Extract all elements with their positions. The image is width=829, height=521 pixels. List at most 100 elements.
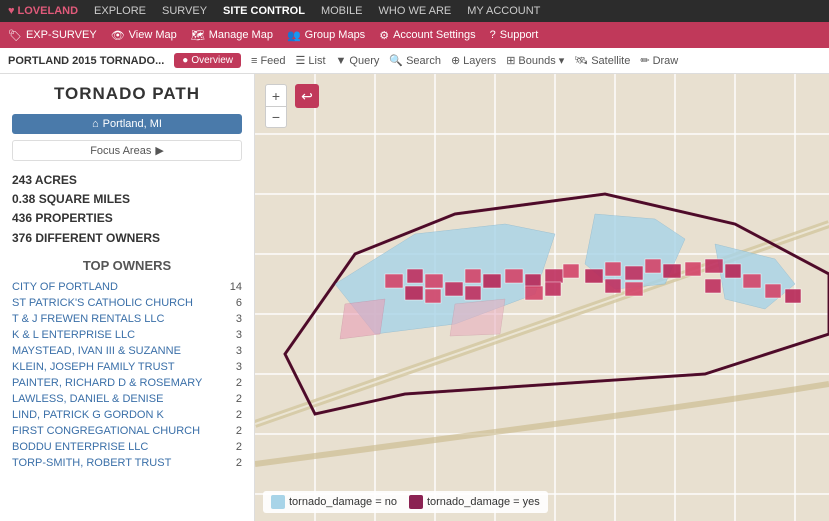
chevron-down-icon: ▾	[559, 54, 565, 67]
eye-icon: 👁	[111, 29, 125, 42]
owner-count: 2	[228, 455, 242, 471]
nav-view-map[interactable]: 👁 View Map	[111, 29, 177, 42]
location-button[interactable]: ⌂ Portland, MI	[12, 114, 242, 134]
owners-table: CITY OF PORTLAND14ST PATRICK'S CATHOLIC …	[12, 279, 242, 471]
tool-query[interactable]: ▼ Query	[336, 55, 380, 67]
owner-count: 6	[228, 295, 242, 311]
owner-count: 2	[228, 439, 242, 455]
list-icon: ☰	[296, 54, 306, 67]
layers-icon: ⊕	[451, 54, 460, 67]
satellite-icon: 🛰	[574, 54, 588, 67]
table-row[interactable]: PAINTER, RICHARD D & ROSEMARY2	[12, 375, 242, 391]
owner-name: K & L ENTERPRISE LLC	[12, 327, 228, 343]
table-row[interactable]: KLEIN, JOSEPH FAMILY TRUST3	[12, 359, 242, 375]
nav-who-we-are[interactable]: WHO WE ARE	[379, 5, 452, 17]
stat-owners: 376 DIFFERENT OWNERS	[12, 229, 242, 248]
legend-no-damage: tornado_damage = no	[271, 495, 397, 509]
nav-survey[interactable]: SURVEY	[162, 5, 207, 17]
pencil-icon: ✏	[640, 54, 649, 67]
map-container[interactable]: + − ↩ tornado_damage = no tornado_damage…	[255, 74, 829, 521]
nav-my-account[interactable]: MY ACCOUNT	[467, 5, 540, 17]
zoom-controls: + −	[265, 84, 287, 128]
stat-properties: 436 PROPERTIES	[12, 209, 242, 228]
stat-square-miles: 0.38 SQUARE MILES	[12, 190, 242, 209]
tool-draw[interactable]: ✏ Draw	[640, 54, 678, 67]
zoom-out-button[interactable]: −	[265, 106, 287, 128]
owner-count: 2	[228, 391, 242, 407]
help-icon: ?	[490, 29, 496, 41]
tool-list[interactable]: ☰ List	[296, 54, 326, 67]
owner-name: FIRST CONGREGATIONAL CHURCH	[12, 423, 228, 439]
tool-layers[interactable]: ⊕ Layers	[451, 54, 496, 67]
top-owners-title: TOP OWNERS	[12, 258, 242, 273]
damage-swatch	[409, 495, 423, 509]
nav-explore[interactable]: EXPLORE	[94, 5, 146, 17]
owner-count: 2	[228, 423, 242, 439]
owner-count: 2	[228, 407, 242, 423]
heart-icon: ♥	[8, 5, 15, 17]
nav-account-settings[interactable]: ⚙ Account Settings	[379, 29, 475, 42]
top-navigation: ♥ LOVELAND EXPLORE SURVEY SITE CONTROL M…	[0, 0, 829, 22]
owner-name: MAYSTEAD, IVAN III & SUZANNE	[12, 343, 228, 359]
chevron-right-icon: ▶	[155, 144, 163, 157]
owner-count: 14	[228, 279, 242, 295]
owner-count: 3	[228, 311, 242, 327]
no-damage-swatch	[271, 495, 285, 509]
group-icon: 👥	[287, 29, 301, 42]
zoom-in-button[interactable]: +	[265, 84, 287, 106]
search-icon: 🔍	[389, 54, 403, 67]
main-content: TORNADO PATH ⌂ Portland, MI Focus Areas …	[0, 74, 829, 521]
owner-name: T & J FREWEN RENTALS LLC	[12, 311, 228, 327]
nav-manage-map[interactable]: 🗺 Manage Map	[191, 29, 273, 42]
owner-count: 3	[228, 359, 242, 375]
tool-search[interactable]: 🔍 Search	[389, 54, 441, 67]
gear-icon: ⚙	[379, 29, 389, 42]
nav-support[interactable]: ? Support	[490, 29, 539, 41]
owner-name: KLEIN, JOSEPH FAMILY TRUST	[12, 359, 228, 375]
feed-icon: ≡	[251, 55, 257, 67]
second-navigation: 🏷 EXP-SURVEY 👁 View Map 🗺 Manage Map 👥 G…	[0, 22, 829, 48]
legend-damage: tornado_damage = yes	[409, 495, 540, 509]
owner-count: 3	[228, 327, 242, 343]
focus-areas-button[interactable]: Focus Areas ▶	[12, 140, 242, 161]
table-row[interactable]: LAWLESS, DANIEL & DENISE2	[12, 391, 242, 407]
back-button[interactable]: ↩	[295, 84, 319, 108]
overview-button[interactable]: ● Overview	[174, 53, 241, 68]
tool-bounds[interactable]: ⊞ Bounds ▾	[506, 54, 564, 67]
owner-name: LIND, PATRICK G GORDON K	[12, 407, 228, 423]
owner-name: LAWLESS, DANIEL & DENISE	[12, 391, 228, 407]
table-row[interactable]: ST PATRICK'S CATHOLIC CHURCH6	[12, 295, 242, 311]
owner-name: PAINTER, RICHARD D & ROSEMARY	[12, 375, 228, 391]
nav-site-control[interactable]: SITE CONTROL	[223, 5, 305, 17]
nav-exp-survey[interactable]: 🏷 EXP-SURVEY	[8, 29, 97, 42]
nav-group-maps[interactable]: 👥 Group Maps	[287, 29, 365, 42]
owner-name: BODDU ENTERPRISE LLC	[12, 439, 228, 455]
owner-count: 3	[228, 343, 242, 359]
owner-name: ST PATRICK'S CATHOLIC CHURCH	[12, 295, 228, 311]
panel-title: TORNADO PATH	[12, 84, 242, 104]
map-legend: tornado_damage = no tornado_damage = yes	[263, 491, 548, 513]
circle-icon: ●	[182, 55, 188, 66]
owner-count: 2	[228, 375, 242, 391]
table-row[interactable]: FIRST CONGREGATIONAL CHURCH2	[12, 423, 242, 439]
table-row[interactable]: K & L ENTERPRISE LLC3	[12, 327, 242, 343]
info-panel: TORNADO PATH ⌂ Portland, MI Focus Areas …	[0, 74, 255, 521]
owner-name: TORP-SMITH, ROBERT TRUST	[12, 455, 228, 471]
stat-acres: 243 ACRES	[12, 171, 242, 190]
tool-feed[interactable]: ≡ Feed	[251, 55, 286, 67]
brand-name: LOVELAND	[18, 5, 79, 17]
table-row[interactable]: MAYSTEAD, IVAN III & SUZANNE3	[12, 343, 242, 359]
nav-mobile[interactable]: MOBILE	[321, 5, 363, 17]
bounds-icon: ⊞	[506, 54, 515, 67]
table-row[interactable]: T & J FREWEN RENTALS LLC3	[12, 311, 242, 327]
tool-satellite[interactable]: 🛰 Satellite	[574, 54, 630, 67]
brand-logo[interactable]: ♥ LOVELAND	[8, 5, 78, 17]
table-row[interactable]: BODDU ENTERPRISE LLC2	[12, 439, 242, 455]
statistics-section: 243 ACRES 0.38 SQUARE MILES 436 PROPERTI…	[12, 171, 242, 248]
home-icon: ⌂	[92, 118, 99, 130]
breadcrumb-toolbar: PORTLAND 2015 TORNADO... ● Overview ≡ Fe…	[0, 48, 829, 74]
map-icon: 🗺	[191, 29, 205, 42]
table-row[interactable]: CITY OF PORTLAND14	[12, 279, 242, 295]
table-row[interactable]: TORP-SMITH, ROBERT TRUST2	[12, 455, 242, 471]
table-row[interactable]: LIND, PATRICK G GORDON K2	[12, 407, 242, 423]
